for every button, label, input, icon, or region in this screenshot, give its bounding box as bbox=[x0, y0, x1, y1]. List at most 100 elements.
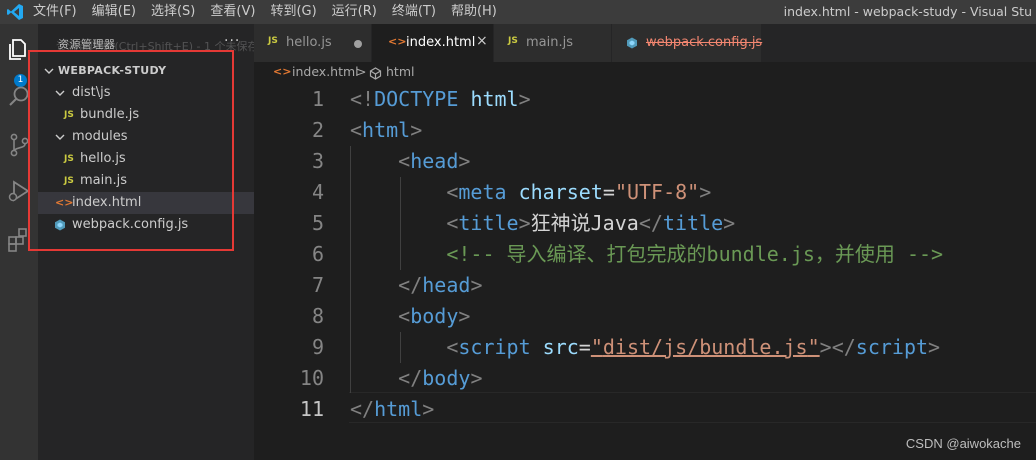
tab-label: main.js bbox=[526, 35, 573, 50]
token: > bbox=[470, 366, 483, 390]
menu-file[interactable]: 文件(F) bbox=[33, 0, 84, 24]
token: </ bbox=[398, 366, 423, 390]
explorer-icon[interactable] bbox=[4, 34, 34, 64]
tree-label: index.html bbox=[72, 195, 142, 210]
token: </ bbox=[398, 273, 423, 297]
token: script bbox=[458, 335, 531, 359]
token: "UTF-8" bbox=[614, 180, 700, 204]
chevron-down-icon bbox=[55, 134, 65, 140]
js-file-icon: JS bbox=[64, 176, 74, 186]
token: > bbox=[819, 335, 832, 359]
token: > bbox=[928, 335, 941, 359]
token: " bbox=[590, 335, 603, 359]
token: html bbox=[374, 397, 423, 421]
vscode-logo-icon bbox=[7, 4, 23, 20]
token: 狂神说Java bbox=[530, 211, 639, 235]
editor-tab-bar: JS hello.js <> index.html × JS main.js w… bbox=[254, 24, 1036, 62]
menu-edit[interactable]: 编辑(E) bbox=[92, 0, 143, 24]
line-number: 6 bbox=[311, 242, 324, 266]
token: < bbox=[446, 180, 459, 204]
token: </ bbox=[831, 335, 856, 359]
code-line-1: <!DOCTYPE html> bbox=[350, 84, 531, 115]
token: body bbox=[410, 304, 459, 328]
close-icon[interactable]: × bbox=[476, 33, 488, 49]
tree-file-webpack-config[interactable]: webpack.config.js bbox=[38, 214, 254, 236]
tree-file-hello-js[interactable]: JS hello.js bbox=[38, 148, 254, 170]
menu-view[interactable]: 查看(V) bbox=[210, 0, 262, 24]
extensions-icon[interactable] bbox=[4, 224, 34, 254]
tab-main-js[interactable]: JS main.js bbox=[494, 24, 612, 62]
token: <!-- 导入编译、打包完成的bundle.js，并使用 --> bbox=[446, 242, 944, 266]
token: < bbox=[398, 149, 411, 173]
code-line-5: <title>狂神说Java</title> bbox=[350, 208, 735, 239]
html-file-icon: <> bbox=[55, 196, 74, 209]
menu-help[interactable]: 帮助(H) bbox=[451, 0, 504, 24]
line-number: 1 bbox=[311, 87, 324, 111]
token: html bbox=[362, 118, 411, 142]
tree-file-index-html[interactable]: <> index.html bbox=[38, 192, 254, 214]
line-number: 5 bbox=[311, 211, 324, 235]
code-line-2: <html> bbox=[350, 115, 422, 146]
token: title bbox=[458, 211, 519, 235]
run-debug-icon[interactable] bbox=[4, 176, 34, 206]
tree-folder-modules[interactable]: modules bbox=[38, 126, 254, 148]
token: </ bbox=[350, 397, 375, 421]
src-link[interactable]: dist/js/bundle.js bbox=[603, 335, 808, 359]
search-icon[interactable] bbox=[4, 82, 34, 112]
source-control-icon[interactable] bbox=[4, 130, 34, 160]
code-line-11: </html> bbox=[350, 394, 434, 425]
breadcrumb-node[interactable]: html bbox=[386, 64, 414, 79]
menu-run[interactable]: 运行(R) bbox=[332, 0, 384, 24]
line-number: 4 bbox=[311, 180, 324, 204]
line-number-active: 11 bbox=[299, 397, 324, 421]
project-folder[interactable]: WEBPACK-STUDY bbox=[38, 60, 254, 82]
token: DOCTYPE bbox=[374, 87, 459, 111]
tree-file-bundle-js[interactable]: JS bundle.js bbox=[38, 104, 254, 126]
code-line-8: <body> bbox=[350, 301, 470, 332]
explorer-sidebar: 资源管理器 (Ctrl+Shift+E) - 1 个未保存的文件 资源管理器 ·… bbox=[38, 24, 292, 460]
token: script bbox=[855, 335, 929, 359]
line-number: 9 bbox=[311, 335, 324, 359]
token: body bbox=[422, 366, 471, 390]
token: head bbox=[422, 273, 471, 297]
token: < bbox=[446, 335, 459, 359]
html-file-icon: <> bbox=[388, 35, 407, 48]
token: < bbox=[350, 118, 363, 142]
webpack-config-icon bbox=[55, 219, 65, 231]
menu-go[interactable]: 转到(G) bbox=[270, 0, 323, 24]
line-number: 7 bbox=[311, 273, 324, 297]
token: = bbox=[602, 180, 615, 204]
chevron-down-icon bbox=[44, 68, 54, 74]
tree-folder-dist-js[interactable]: dist\js bbox=[38, 82, 254, 104]
tree-label: hello.js bbox=[80, 151, 126, 166]
more-actions-icon[interactable]: ··· bbox=[224, 33, 240, 49]
chevron-down-icon bbox=[55, 90, 65, 96]
tab-label: index.html bbox=[406, 35, 476, 50]
tree-label: main.js bbox=[80, 173, 127, 188]
tree-file-main-js[interactable]: JS main.js bbox=[38, 170, 254, 192]
html-file-icon: <> bbox=[273, 65, 292, 78]
breadcrumb-file[interactable]: index.html bbox=[292, 64, 359, 79]
token: > bbox=[458, 304, 471, 328]
token: src bbox=[542, 335, 579, 359]
tab-hello-js[interactable]: JS hello.js bbox=[254, 24, 372, 62]
token: <! bbox=[350, 87, 375, 111]
menu-terminal[interactable]: 终端(T) bbox=[392, 0, 443, 24]
tree-label: dist\js bbox=[72, 85, 111, 100]
token: > bbox=[518, 87, 531, 111]
unsaved-dot-icon[interactable] bbox=[354, 40, 362, 48]
line-number: 3 bbox=[311, 149, 324, 173]
activity-bar: 1 bbox=[0, 24, 38, 460]
code-editor[interactable]: 1 2 3 4 5 6 7 8 9 10 11 <!DOCTYPE html> … bbox=[254, 84, 1036, 460]
token: > bbox=[410, 118, 423, 142]
tab-index-html[interactable]: <> index.html × bbox=[372, 24, 494, 62]
code-line-10: </body> bbox=[350, 363, 482, 394]
tab-webpack-config[interactable]: webpack.config.js bbox=[612, 24, 762, 62]
code-line-9: <script src="dist/js/bundle.js"></script… bbox=[350, 332, 940, 363]
line-number: 8 bbox=[311, 304, 324, 328]
code-line-6: <!-- 导入编译、打包完成的bundle.js，并使用 --> bbox=[350, 239, 943, 270]
code-line-7: </head> bbox=[350, 270, 482, 301]
menu-selection[interactable]: 选择(S) bbox=[151, 0, 202, 24]
token: < bbox=[398, 304, 411, 328]
token[interactable]: "dist/js/bundle.js" bbox=[591, 335, 820, 359]
